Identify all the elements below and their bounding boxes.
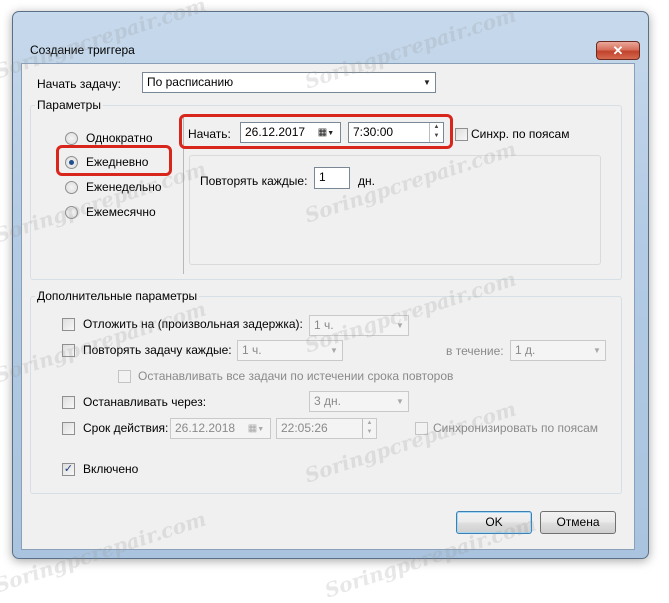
duration-label: в течение: [446,344,504,358]
enabled-label: Включено [83,462,139,476]
radio-once[interactable] [65,132,78,145]
delay-label: Отложить на (произвольная задержка): [83,317,303,331]
cancel-button[interactable]: Отмена [540,511,616,534]
stop-all-checkbox[interactable] [118,370,131,383]
radio-monthly[interactable] [65,206,78,219]
start-task-value: По расписанию [147,75,234,89]
repeat-every-label: Повторять каждые: [200,174,308,188]
delay-select[interactable]: 1 ч. ▼ [309,315,409,336]
repeat-task-checkbox[interactable] [62,344,75,357]
params-group-label: Параметры [35,98,103,112]
start-task-select[interactable]: По расписанию ▼ [142,72,436,93]
radio-once-label: Однократно [86,131,153,145]
expire-checkbox[interactable] [62,422,75,435]
stop-after-select[interactable]: 3 дн. ▼ [309,391,409,412]
advanced-group-label: Дополнительные параметры [35,289,200,303]
calendar-icon[interactable]: ▦▼ [242,419,270,438]
enabled-checkbox[interactable]: ✓ [62,463,75,476]
expire-label: Срок действия: [83,421,169,435]
chevron-down-icon: ▼ [423,78,431,87]
chevron-down-icon: ▼ [330,346,338,355]
chevron-down-icon: ▼ [396,397,404,406]
repeat-every-input[interactable]: 1 [314,167,350,189]
expire-sync-checkbox[interactable] [415,422,428,435]
repeat-task-label: Повторять задачу каждые: [83,343,232,357]
expire-sync-label: Синхронизировать по поясам [433,421,599,435]
repeat-task-select[interactable]: 1 ч. ▼ [237,340,343,361]
dialog-title: Создание триггера [30,43,135,57]
stop-after-checkbox[interactable] [62,396,75,409]
delay-checkbox[interactable] [62,318,75,331]
daily-settings-panel [189,155,601,265]
highlight-daily [56,145,172,176]
repeat-every-unit: дн. [358,174,375,188]
radio-monthly-label: Ежемесячно [86,205,156,219]
radio-weekly-label: Еженедельно [86,180,162,194]
close-button[interactable]: ✕ [596,41,640,60]
chevron-down-icon: ▼ [396,321,404,330]
stop-after-label: Останавливать через: [83,395,207,409]
ok-button[interactable]: OK [456,511,532,534]
sync-zones-checkbox[interactable] [455,128,468,141]
time-spinner[interactable]: ▲ ▼ [362,419,376,438]
chevron-down-icon: ▼ [593,346,601,355]
radio-weekly[interactable] [65,181,78,194]
expire-date-picker[interactable]: 26.12.2018 ▦▼ [170,418,271,439]
stop-all-label: Останавливать все задачи по истечении ср… [138,369,454,383]
highlight-start [179,114,453,149]
duration-select[interactable]: 1 д. ▼ [510,340,606,361]
expire-time-input[interactable]: 22:05:26 ▲ ▼ [276,418,377,439]
sync-zones-label: Синхр. по поясам [471,127,570,141]
start-task-label: Начать задачу: [37,77,121,91]
